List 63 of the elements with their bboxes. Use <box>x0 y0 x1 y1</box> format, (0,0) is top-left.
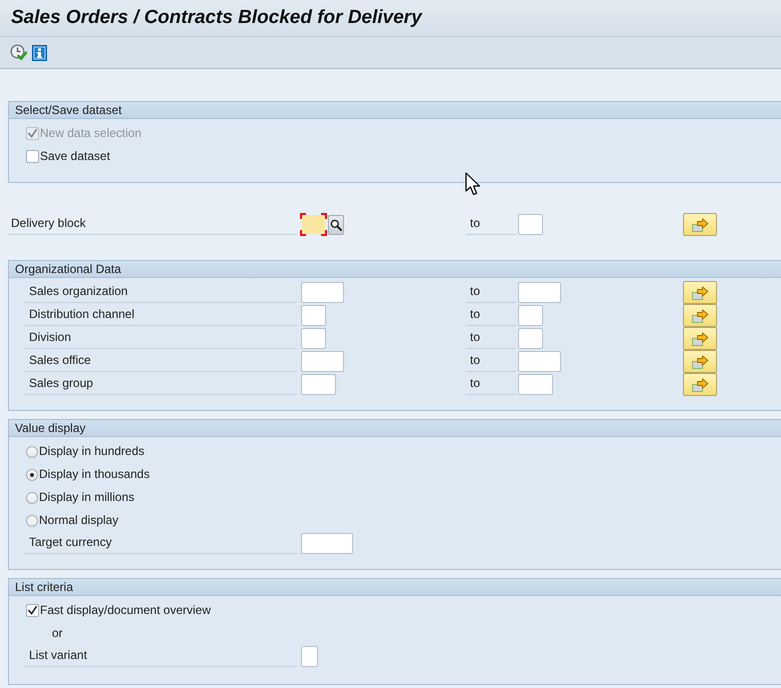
radio-button[interactable] <box>26 492 38 504</box>
input-field[interactable] <box>301 282 344 303</box>
input-field[interactable] <box>518 282 561 303</box>
info-icon[interactable] <box>32 44 47 60</box>
input-field[interactable] <box>301 328 326 349</box>
radio-button[interactable] <box>26 514 38 526</box>
to-label: to <box>466 327 516 349</box>
field-label: Sales office <box>24 350 297 372</box>
checkbox[interactable] <box>26 150 39 163</box>
radio-button[interactable] <box>26 446 38 458</box>
to-label: to <box>466 350 516 372</box>
field-label: Sales organization <box>24 281 297 303</box>
input-field[interactable] <box>518 374 553 395</box>
input-field[interactable] <box>518 328 543 349</box>
input-field[interactable] <box>301 374 336 395</box>
section-header: Value display <box>9 420 781 437</box>
radio-button[interactable] <box>26 468 38 480</box>
mouse-pointer-icon <box>465 172 482 197</box>
field-label: Delivery block <box>8 213 297 235</box>
radio-label[interactable]: Normal display <box>38 513 118 528</box>
search-help-button[interactable] <box>328 214 344 234</box>
checkbox-label[interactable]: Save dataset <box>39 149 110 164</box>
box-arrow-icon <box>691 308 709 322</box>
multiple-selection-button[interactable] <box>683 373 717 396</box>
input-field[interactable] <box>301 533 353 554</box>
field-label: Target currency <box>24 532 297 554</box>
to-label: to <box>466 373 516 395</box>
input-field[interactable] <box>518 214 543 235</box>
box-arrow-icon <box>691 378 709 392</box>
radio-label[interactable]: Display in hundreds <box>38 444 144 459</box>
box-arrow-icon <box>691 332 709 346</box>
field-label: Distribution channel <box>24 304 297 326</box>
box-arrow-icon <box>691 218 709 232</box>
section-header: List criteria <box>9 579 781 596</box>
magnifier-icon <box>330 218 342 230</box>
multiple-selection-button[interactable] <box>683 281 717 304</box>
separator-text: or <box>51 626 63 641</box>
radio-label[interactable]: Display in thousands <box>38 467 150 482</box>
multiple-selection-button[interactable] <box>683 350 717 373</box>
input-field[interactable] <box>300 213 327 236</box>
window-title: Sales Orders / Contracts Blocked for Delivery <box>11 6 422 30</box>
to-label: to <box>466 281 516 303</box>
multiple-selection-button[interactable] <box>683 304 717 327</box>
section-header: Organizational Data <box>9 261 781 278</box>
multiple-selection-button[interactable] <box>683 327 717 350</box>
section-header: Select/Save dataset <box>9 102 781 119</box>
input-field[interactable] <box>301 305 326 326</box>
checkbox[interactable] <box>26 604 39 617</box>
input-field[interactable] <box>301 646 318 667</box>
input-field[interactable] <box>518 351 561 372</box>
radio-label[interactable]: Display in millions <box>38 490 134 505</box>
to-label: to <box>466 304 516 326</box>
input-field[interactable] <box>518 305 543 326</box>
clock-check-icon[interactable] <box>10 44 27 61</box>
field-label: Division <box>24 327 297 349</box>
field-label: Sales group <box>24 373 297 395</box>
input-field[interactable] <box>301 351 344 372</box>
field-label: List variant <box>24 645 297 667</box>
to-label: to <box>466 213 516 235</box>
box-arrow-icon <box>691 286 709 300</box>
multiple-selection-button[interactable] <box>683 213 717 236</box>
checkbox-label[interactable]: Fast display/document overview <box>39 603 211 618</box>
box-arrow-icon <box>691 354 709 368</box>
